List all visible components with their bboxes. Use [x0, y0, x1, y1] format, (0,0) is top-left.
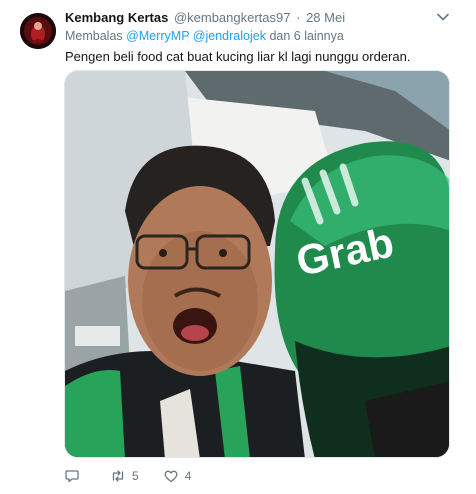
author-name[interactable]: Kembang Kertas [65, 10, 168, 25]
chevron-down-icon[interactable] [436, 10, 450, 24]
avatar[interactable] [20, 13, 56, 49]
reply-others[interactable]: dan 6 lainnya [269, 29, 343, 43]
retweet-button[interactable]: 5 [110, 468, 139, 484]
reply-prefix: Membalas [65, 29, 123, 43]
tweet-photo[interactable]: Grab [64, 70, 450, 458]
like-button[interactable]: 4 [163, 468, 192, 484]
tweet-text: Pengen beli food cat buat kucing liar kl… [65, 49, 411, 64]
mention-link[interactable]: @MerryMP [126, 29, 189, 43]
tweet-actions: 5 4 [64, 466, 215, 486]
retweet-count: 5 [132, 469, 139, 483]
reply-icon [65, 470, 79, 483]
retweet-icon [112, 470, 124, 482]
separator-dot: · [296, 10, 301, 25]
reply-context: Membalas @MerryMP @jendralojek dan 6 lai… [65, 29, 344, 43]
tweet-card[interactable]: Kembang Kertas @kembangkertas97 · 28 Mei… [0, 0, 476, 494]
like-count: 4 [184, 469, 192, 483]
reply-button[interactable] [64, 468, 86, 484]
mention-link[interactable]: @jendralojek [193, 29, 266, 43]
tweet-timestamp[interactable]: 28 Mei [306, 10, 345, 25]
heart-icon [164, 470, 178, 483]
author-handle[interactable]: @kembangkertas97 [174, 10, 291, 25]
tweet-header: Kembang Kertas @kembangkertas97 · 28 Mei [65, 10, 345, 26]
